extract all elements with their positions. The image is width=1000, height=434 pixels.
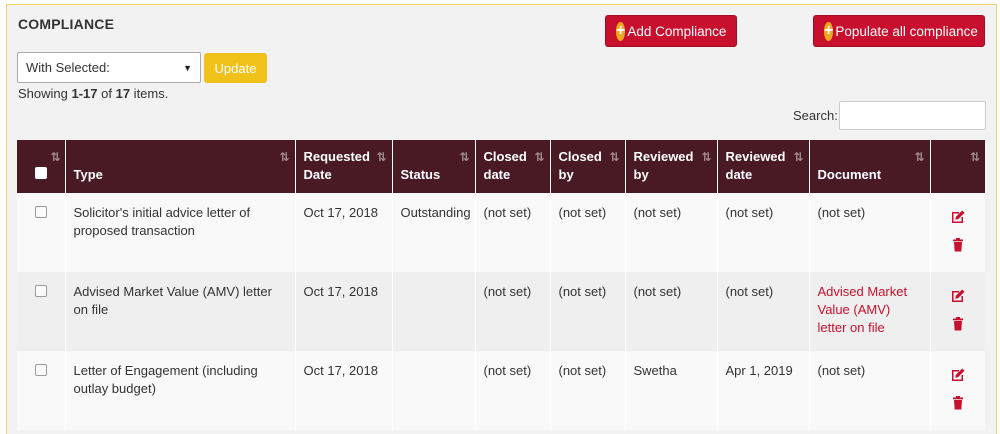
- select-all-header: ⇅: [17, 140, 66, 193]
- cell-reviewed-date: (not set): [717, 272, 810, 351]
- sort-icon: ⇅: [701, 150, 711, 164]
- sort-icon: ⇅: [534, 150, 544, 164]
- bulk-action-value: With Selected:: [26, 60, 110, 75]
- row-actions: [930, 272, 985, 351]
- cell-reviewed-date: Apr 1, 2019: [717, 351, 810, 430]
- cell-reviewed-by: (not set): [625, 272, 718, 351]
- column-header-closed-date[interactable]: ⇅ Closed date: [475, 140, 551, 193]
- sort-icon: ⇅: [459, 150, 469, 164]
- column-header-status[interactable]: ⇅ Status: [392, 140, 476, 193]
- populate-all-compliance-button[interactable]: + Populate all compliance: [813, 15, 985, 47]
- column-header-reviewed-by[interactable]: ⇅ Reviewed by: [625, 140, 718, 193]
- column-header-type[interactable]: ⇅ Type: [65, 140, 296, 193]
- edit-icon[interactable]: [950, 367, 966, 383]
- caret-down-icon: ▼: [183, 62, 192, 73]
- select-all-checkbox[interactable]: [34, 167, 47, 179]
- add-compliance-label: Add Compliance: [627, 23, 727, 39]
- document-link[interactable]: Advised Market Value (AMV) letter on fil…: [818, 284, 908, 335]
- row-select-cell: [17, 193, 66, 272]
- column-header-requested-date[interactable]: ⇅ Requested Date: [295, 140, 393, 193]
- cell-status: [392, 272, 476, 351]
- sort-icon: ⇅: [969, 150, 980, 164]
- table-row: Solicitor's initial advice letter of pro…: [17, 193, 985, 272]
- cell-closed-date: (not set): [475, 193, 551, 272]
- row-checkbox[interactable]: [34, 206, 47, 218]
- sort-icon: ⇅: [279, 150, 289, 164]
- results-summary: Showing 1-17 of 17 items.: [18, 86, 169, 101]
- cell-type: Advised Market Value (AMV) letter on fil…: [65, 272, 296, 351]
- edit-icon[interactable]: [950, 288, 966, 304]
- cell-document: (not set): [809, 193, 931, 272]
- cell-reviewed-date: (not set): [717, 193, 810, 272]
- search-label: Search:: [793, 108, 838, 123]
- column-header-reviewed-date[interactable]: ⇅ Reviewed date: [717, 140, 810, 193]
- cell-closed-by: (not set): [550, 272, 626, 351]
- table-row: Advised Market Value (AMV) letter on fil…: [17, 272, 985, 351]
- update-button[interactable]: Update: [204, 53, 267, 83]
- trash-icon[interactable]: [950, 395, 966, 411]
- cell-status: [392, 351, 476, 430]
- page-title: COMPLIANCE: [18, 16, 115, 32]
- sort-icon: ⇅: [609, 150, 619, 164]
- row-actions: [930, 193, 985, 272]
- trash-icon[interactable]: [950, 237, 966, 253]
- search-input[interactable]: [839, 101, 986, 130]
- column-header-actions[interactable]: ⇅: [930, 140, 985, 193]
- compliance-table: ⇅ ⇅ Type ⇅ Requested Date ⇅ Status ⇅ Closed …: [17, 140, 985, 430]
- cell-closed-by: (not set): [550, 351, 626, 430]
- bulk-action-select[interactable]: With Selected: ▼: [17, 52, 201, 83]
- sort-icon: ⇅: [914, 150, 924, 164]
- cell-reviewed-by: (not set): [625, 193, 718, 272]
- add-compliance-button[interactable]: + Add Compliance: [605, 15, 737, 47]
- table-row: Letter of Engagement (including outlay b…: [17, 351, 985, 430]
- cell-reviewed-by: Swetha: [625, 351, 718, 430]
- cell-closed-by: (not set): [550, 193, 626, 272]
- table-header-row: ⇅ ⇅ Type ⇅ Requested Date ⇅ Status ⇅ Closed …: [17, 140, 985, 193]
- row-select-cell: [17, 351, 66, 430]
- row-select-cell: [17, 272, 66, 351]
- edit-icon[interactable]: [950, 209, 966, 225]
- sort-icon: ⇅: [376, 150, 386, 164]
- sort-icon: ⇅: [793, 150, 803, 164]
- cell-document: (not set): [809, 351, 931, 430]
- cell-type: Letter of Engagement (including outlay b…: [65, 351, 296, 430]
- cell-requested-date: Oct 17, 2018: [295, 272, 393, 351]
- cell-document: Advised Market Value (AMV) letter on fil…: [809, 272, 931, 351]
- row-checkbox[interactable]: [34, 364, 47, 376]
- row-actions: [930, 351, 985, 430]
- populate-all-label: Populate all compliance: [835, 23, 978, 39]
- plus-circle-icon: +: [824, 21, 834, 41]
- row-checkbox[interactable]: [34, 285, 47, 297]
- cell-closed-date: (not set): [475, 351, 551, 430]
- column-header-closed-by[interactable]: ⇅ Closed by: [550, 140, 626, 193]
- cell-closed-date: (not set): [475, 272, 551, 351]
- sort-icon[interactable]: ⇅: [50, 148, 60, 166]
- cell-status: Outstanding: [392, 193, 476, 272]
- plus-circle-icon: +: [616, 21, 626, 41]
- compliance-panel: COMPLIANCE + Add Compliance + Populate a…: [6, 4, 997, 434]
- cell-type: Solicitor's initial advice letter of pro…: [65, 193, 296, 272]
- column-header-document[interactable]: ⇅ Document: [809, 140, 931, 193]
- trash-icon[interactable]: [950, 316, 966, 332]
- cell-requested-date: Oct 17, 2018: [295, 193, 393, 272]
- cell-requested-date: Oct 17, 2018: [295, 351, 393, 430]
